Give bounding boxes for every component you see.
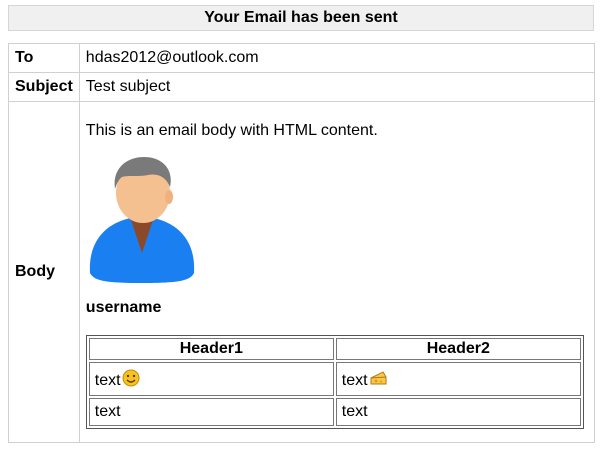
user-avatar-icon [89,157,194,283]
body-row: Body This is an email body with HTML con… [8,101,596,443]
subject-value: Test subject [78,72,596,102]
body-label: Body [8,101,80,443]
smiley-face-icon [122,369,140,386]
table-cell: text [88,398,334,426]
table-header-row: Header1 Header2 [88,338,581,360]
table-header-2: Header2 [335,338,581,360]
to-row: To hdas2012@outlook.com [8,43,596,73]
cheese-icon [370,370,387,384]
username-label: username [85,299,162,316]
to-label: To [8,43,80,73]
sent-confirmation-banner: Your Email has been sent [8,5,594,31]
subject-row: Subject Test subject [8,72,596,102]
subject-label: Subject [8,72,80,102]
email-details-table: To hdas2012@outlook.com Subject Test sub… [8,43,596,443]
table-cell: text [88,362,334,396]
table-cell-text: text [341,371,368,389]
body-intro-text: This is an email body with HTML content. [85,122,378,139]
html-content-table: Header1 Header2 text text text text [85,335,584,429]
table-header-1: Header1 [88,338,334,360]
body-content: This is an email body with HTML content.… [78,101,596,443]
table-row: text text [88,362,581,396]
table-cell-text: text [94,371,121,389]
table-row: text text [88,398,581,426]
table-cell: text [335,398,581,426]
to-value: hdas2012@outlook.com [78,43,596,73]
table-cell: text [335,362,581,396]
